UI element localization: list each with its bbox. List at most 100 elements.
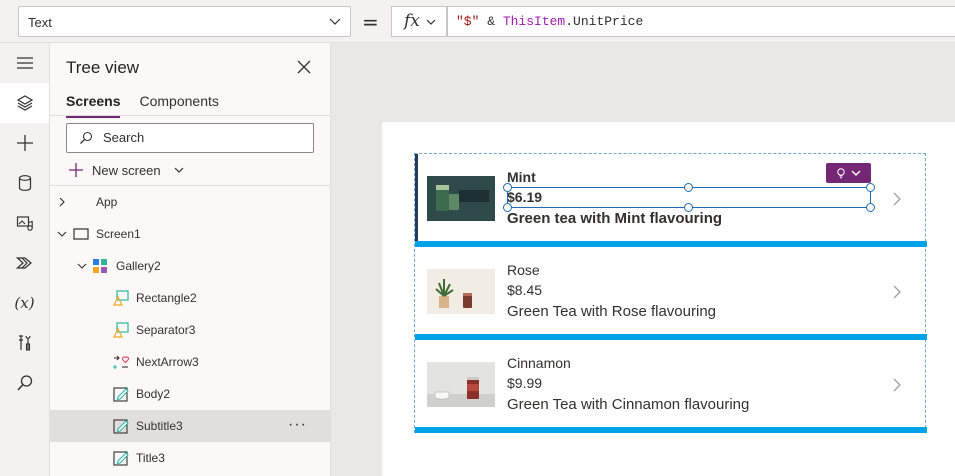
tree-node-app[interactable]: App bbox=[50, 186, 330, 218]
tree-node-label: Subtitle3 bbox=[136, 419, 183, 433]
formula-input[interactable]: "$" & ThisItem.UnitPrice bbox=[447, 6, 955, 37]
tree-node-label: Rectangle2 bbox=[136, 291, 197, 305]
chevron-down-icon bbox=[851, 170, 861, 176]
gallery-item[interactable]: Rose $8.45 Green Tea with Rose flavourin… bbox=[415, 247, 927, 340]
media-button[interactable] bbox=[0, 203, 49, 243]
variables-button[interactable]: (x) bbox=[0, 283, 49, 323]
gallery[interactable]: Mint $6.19 Green tea with Mint flavourin… bbox=[414, 153, 927, 433]
item-body: Green Tea with Cinnamon flavouring bbox=[507, 396, 750, 413]
tree-node-body2[interactable]: Body2 bbox=[50, 378, 330, 410]
property-value: Text bbox=[28, 15, 52, 30]
tree-node-label: Separator3 bbox=[136, 323, 196, 337]
tree-node-subtitle3[interactable]: Subtitle3 ··· bbox=[50, 410, 330, 442]
search-icon bbox=[80, 131, 93, 144]
tree-node-label: App bbox=[96, 195, 118, 209]
tree-node-nextarrow3[interactable]: NextArrow3 bbox=[50, 346, 330, 378]
tree-view-panel: Tree view Screens Components New screen … bbox=[50, 43, 331, 476]
tree-node-label: Screen1 bbox=[96, 227, 141, 241]
hamburger-button[interactable] bbox=[0, 43, 49, 83]
equals-sign: = bbox=[362, 10, 379, 34]
resize-handle[interactable] bbox=[684, 203, 693, 212]
fx-label: fx bbox=[404, 11, 420, 31]
chevron-down-icon[interactable] bbox=[56, 228, 68, 240]
shape-icon bbox=[113, 290, 129, 306]
item-subtitle: $9.99 bbox=[507, 375, 543, 391]
chevron-down-icon bbox=[174, 167, 184, 173]
item-body: Green tea with Mint flavouring bbox=[507, 210, 723, 227]
search-input[interactable] bbox=[103, 130, 303, 145]
tree-node-screen1[interactable]: Screen1 bbox=[50, 218, 330, 250]
arrow-icon bbox=[113, 355, 130, 369]
gallery-icon bbox=[93, 259, 107, 273]
insert-button[interactable] bbox=[0, 123, 49, 163]
plus-icon bbox=[16, 135, 33, 151]
next-arrow-icon[interactable] bbox=[889, 376, 905, 394]
new-screen-label: New screen bbox=[92, 162, 161, 178]
tree-node-rectangle2[interactable]: Rectangle2 bbox=[50, 282, 330, 314]
gallery-item[interactable]: Mint $6.19 Green tea with Mint flavourin… bbox=[415, 154, 927, 247]
media-icon bbox=[16, 216, 33, 231]
tree-view-button[interactable] bbox=[0, 83, 49, 123]
tree-search[interactable] bbox=[66, 123, 314, 153]
product-image bbox=[427, 176, 495, 221]
resize-handle[interactable] bbox=[684, 183, 693, 192]
next-arrow-icon[interactable] bbox=[889, 283, 905, 301]
close-icon[interactable] bbox=[297, 60, 311, 74]
product-image bbox=[427, 362, 495, 407]
tree-tabs: Screens Components bbox=[66, 93, 219, 118]
separator bbox=[415, 427, 927, 433]
tree-node-gallery2[interactable]: Gallery2 bbox=[50, 250, 330, 282]
edit-text-icon bbox=[113, 451, 129, 466]
chevron-down-icon bbox=[426, 19, 436, 25]
product-image bbox=[427, 269, 495, 314]
power-automate-icon bbox=[15, 257, 32, 269]
gallery-item[interactable]: Cinnamon $9.99 Green Tea with Cinnamon f… bbox=[415, 340, 927, 433]
app-screen: Mint $6.19 Green tea with Mint flavourin… bbox=[382, 122, 955, 476]
selected-indicator bbox=[415, 154, 418, 241]
formula-bar: Text = fx "$" & ThisItem.UnitPrice bbox=[0, 0, 955, 43]
plus-icon bbox=[69, 163, 83, 177]
variables-icon: (x) bbox=[14, 294, 35, 312]
resize-handle[interactable] bbox=[503, 203, 512, 212]
chevron-right-icon[interactable] bbox=[56, 196, 68, 208]
search-button[interactable] bbox=[0, 363, 49, 403]
more-options-button[interactable]: ··· bbox=[288, 416, 307, 434]
search-icon bbox=[16, 375, 32, 391]
hamburger-icon bbox=[16, 57, 33, 69]
layers-icon bbox=[16, 95, 33, 111]
resize-handle[interactable] bbox=[866, 203, 875, 212]
resize-handle[interactable] bbox=[866, 183, 875, 192]
ideas-button[interactable] bbox=[826, 163, 871, 183]
formula-text: "$" & ThisItem.UnitPrice bbox=[456, 14, 643, 29]
function-button[interactable]: fx bbox=[391, 6, 447, 37]
tab-components[interactable]: Components bbox=[139, 93, 218, 115]
shape-icon bbox=[113, 322, 129, 338]
tools-icon bbox=[18, 335, 31, 351]
tree-node-title3[interactable]: Title3 bbox=[50, 442, 330, 474]
edit-text-icon bbox=[113, 387, 129, 402]
property-dropdown[interactable]: Text bbox=[18, 6, 351, 37]
tree-node-separator3[interactable]: Separator3 bbox=[50, 314, 330, 346]
formula-string: "$" bbox=[456, 14, 480, 29]
divider bbox=[50, 115, 330, 116]
next-arrow-icon[interactable] bbox=[889, 190, 905, 208]
chevron-down-icon bbox=[329, 18, 341, 25]
tree-node-label: Title3 bbox=[136, 451, 165, 465]
app-icon bbox=[72, 193, 90, 211]
edit-text-icon bbox=[113, 419, 129, 434]
item-body: Green Tea with Rose flavouring bbox=[507, 303, 717, 320]
database-icon bbox=[18, 175, 31, 191]
new-screen-button[interactable]: New screen bbox=[68, 160, 185, 180]
item-title: Mint bbox=[507, 169, 536, 185]
panel-title: Tree view bbox=[66, 58, 140, 77]
chevron-down-icon[interactable] bbox=[76, 260, 88, 272]
formula-operator: & bbox=[479, 14, 503, 29]
tab-screens[interactable]: Screens bbox=[66, 93, 121, 118]
tree-node-label: Gallery2 bbox=[116, 259, 161, 273]
resize-handle[interactable] bbox=[503, 183, 512, 192]
tools-button[interactable] bbox=[0, 323, 49, 363]
data-button[interactable] bbox=[0, 163, 49, 203]
lightbulb-icon bbox=[837, 168, 845, 179]
item-subtitle: $8.45 bbox=[507, 282, 543, 298]
power-automate-button[interactable] bbox=[0, 243, 49, 283]
